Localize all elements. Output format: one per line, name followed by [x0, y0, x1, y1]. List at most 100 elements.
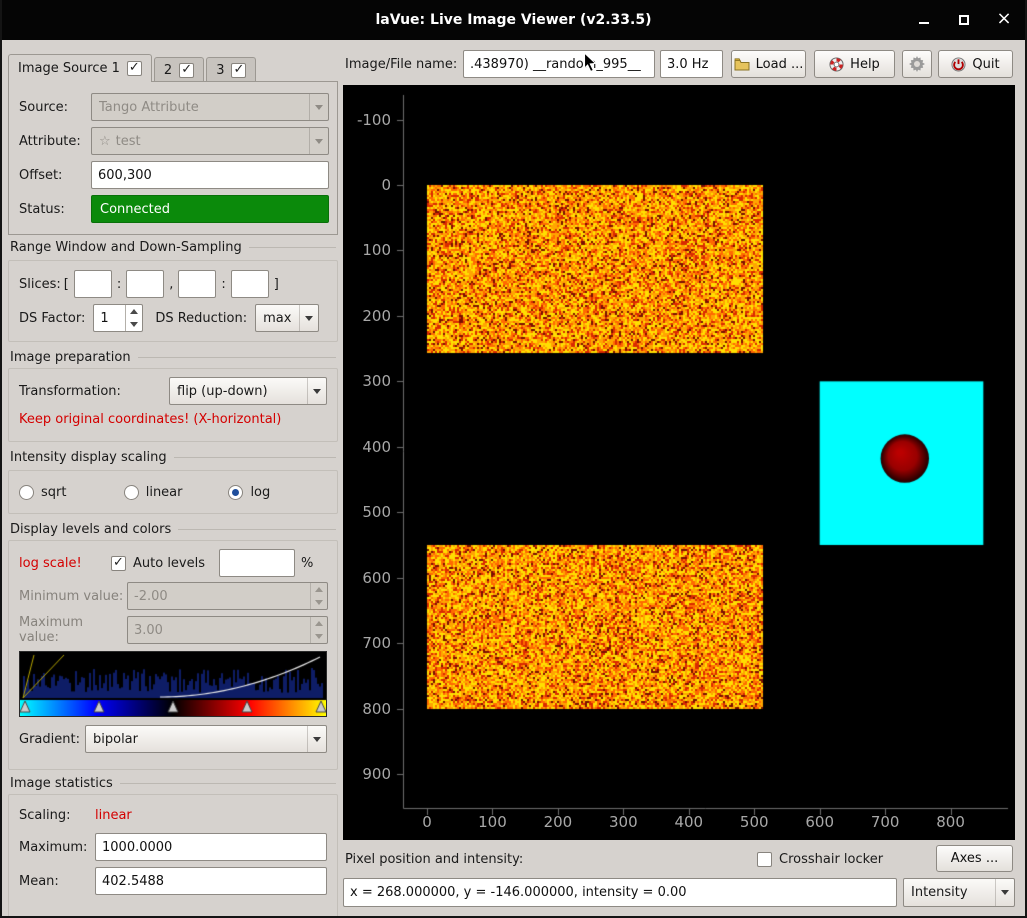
offset-input[interactable] [91, 161, 329, 189]
range-box: Slices: [ : , : ] DS Factor: DS Reductio… [8, 260, 338, 342]
axes-button[interactable]: Axes ... [936, 845, 1013, 872]
status-label: Status: [19, 202, 91, 217]
ds-factor-spinner[interactable] [93, 304, 143, 332]
open-bracket: [ [64, 277, 69, 292]
axes-button-label: Axes ... [951, 851, 999, 866]
mouse-cursor [583, 52, 598, 74]
image-preparation-box: Transformation: flip (up-down) Keep orig… [8, 368, 338, 442]
filename-input[interactable] [463, 50, 655, 78]
help-button[interactable]: Help [814, 50, 895, 78]
position-readout-input[interactable] [343, 878, 897, 907]
attribute-select[interactable]: test [91, 127, 329, 155]
load-button[interactable]: Load ... [731, 50, 806, 78]
filename-label: Image/File name: [345, 50, 457, 78]
slice-row-end-input[interactable] [126, 270, 164, 298]
tab-2-checkbox[interactable] [179, 63, 194, 78]
x-tick-label: 400 [664, 813, 714, 831]
tab-3-checkbox[interactable] [231, 63, 246, 78]
x-tick-label: 300 [598, 813, 648, 831]
close-bracket: ] [274, 277, 279, 292]
source-label: Source: [19, 100, 91, 115]
radio-log-label: log [250, 485, 270, 500]
chevron-down-icon [299, 305, 318, 331]
tab-image-source-3[interactable]: 3 [206, 57, 256, 82]
load-button-label: Load ... [756, 57, 804, 72]
auto-levels-checkbox[interactable]: Auto levels [111, 556, 205, 571]
x-tick-label: 800 [926, 813, 976, 831]
tab-image-source-1[interactable]: Image Source 1 [8, 54, 152, 82]
minimize-button[interactable] [917, 12, 931, 26]
stats-scaling-label: Scaling: [19, 808, 95, 823]
section-image-preparation-header: Image preparation [10, 350, 336, 365]
channel-select[interactable]: Intensity [903, 878, 1015, 907]
mean-stat-input[interactable] [95, 867, 327, 895]
plot-area[interactable]: -100010020030040050060070080090001002003… [343, 85, 1015, 840]
refresh-rate-input[interactable] [660, 50, 723, 78]
gradient-select[interactable]: bipolar [85, 725, 327, 753]
maximum-value-spinner[interactable] [127, 616, 328, 644]
minimum-value-spinner[interactable] [127, 582, 328, 610]
auto-levels-percent-input[interactable] [219, 549, 295, 577]
image-statistics-box: Scaling: linear Maximum: Mean: [8, 794, 338, 918]
y-tick-label: 0 [343, 176, 391, 194]
comma-separator: , [169, 277, 173, 292]
section-title: Image statistics [10, 776, 113, 791]
gear-icon [909, 56, 925, 72]
slice-col-start-input[interactable] [178, 270, 216, 298]
y-tick-label: 600 [343, 569, 391, 587]
tab-image-source-2[interactable]: 2 [154, 57, 204, 82]
radio-log[interactable]: log [228, 485, 270, 500]
close-button[interactable] [997, 12, 1011, 26]
star-icon [99, 134, 116, 149]
transformation-select[interactable]: flip (up-down) [169, 377, 327, 405]
spin-down-icon[interactable] [126, 318, 142, 331]
quit-button[interactable]: Quit [938, 50, 1013, 78]
spin-up-icon [311, 583, 327, 596]
status-badge: Connected [91, 195, 329, 223]
spin-down-icon [311, 630, 327, 643]
radio-icon [124, 485, 139, 500]
radio-icon [19, 485, 34, 500]
radio-sqrt[interactable]: sqrt [19, 485, 124, 500]
colon-separator: : [221, 277, 225, 292]
maximum-stat-input[interactable] [95, 833, 327, 861]
tab-2-label: 2 [164, 63, 172, 78]
crosshair-locker-checkbox[interactable]: Crosshair locker [757, 846, 883, 872]
maximize-button[interactable] [957, 12, 971, 26]
control-panel: Image Source 1 2 3 Source: Tango Attribu… [8, 52, 338, 918]
plot-canvas[interactable] [343, 85, 1015, 840]
section-display-levels-header: Display levels and colors [10, 522, 336, 537]
tab-3-label: 3 [216, 63, 224, 78]
attribute-value: test [116, 134, 309, 149]
section-title: Image preparation [10, 350, 131, 365]
gradient-value: bipolar [93, 732, 307, 747]
section-intensity-scaling-header: Intensity display scaling [10, 450, 336, 465]
gradient-histogram-preview[interactable] [19, 651, 327, 717]
slice-col-end-input[interactable] [231, 270, 269, 298]
y-tick-label: 800 [343, 700, 391, 718]
x-tick-label: 0 [402, 813, 452, 831]
transformation-label: Transformation: [19, 384, 169, 399]
section-range-header: Range Window and Down-Sampling [10, 240, 336, 255]
chevron-down-icon [309, 128, 328, 154]
source-tabs: Image Source 1 2 3 [8, 54, 258, 82]
settings-button[interactable] [902, 50, 932, 78]
offset-label: Offset: [19, 168, 91, 183]
quit-icon [951, 57, 966, 72]
y-tick-label: -100 [343, 111, 391, 129]
source-select[interactable]: Tango Attribute [91, 93, 329, 121]
app-window: laVue: Live Image Viewer (v2.33.5) Image… [0, 0, 1027, 918]
section-image-statistics-header: Image statistics [10, 776, 336, 791]
ds-reduction-select[interactable]: max [255, 304, 319, 332]
radio-linear-label: linear [146, 485, 183, 500]
x-tick-label: 600 [795, 813, 845, 831]
radio-sqrt-label: sqrt [41, 485, 66, 500]
channel-value: Intensity [911, 885, 995, 900]
titlebar[interactable]: laVue: Live Image Viewer (v2.33.5) [0, 0, 1027, 40]
tab-1-checkbox[interactable] [127, 61, 142, 76]
slice-row-start-input[interactable] [74, 270, 112, 298]
gradient-label: Gradient: [19, 732, 85, 747]
spin-up-icon[interactable] [126, 305, 142, 318]
window-controls [917, 12, 1011, 26]
radio-linear[interactable]: linear [124, 485, 229, 500]
